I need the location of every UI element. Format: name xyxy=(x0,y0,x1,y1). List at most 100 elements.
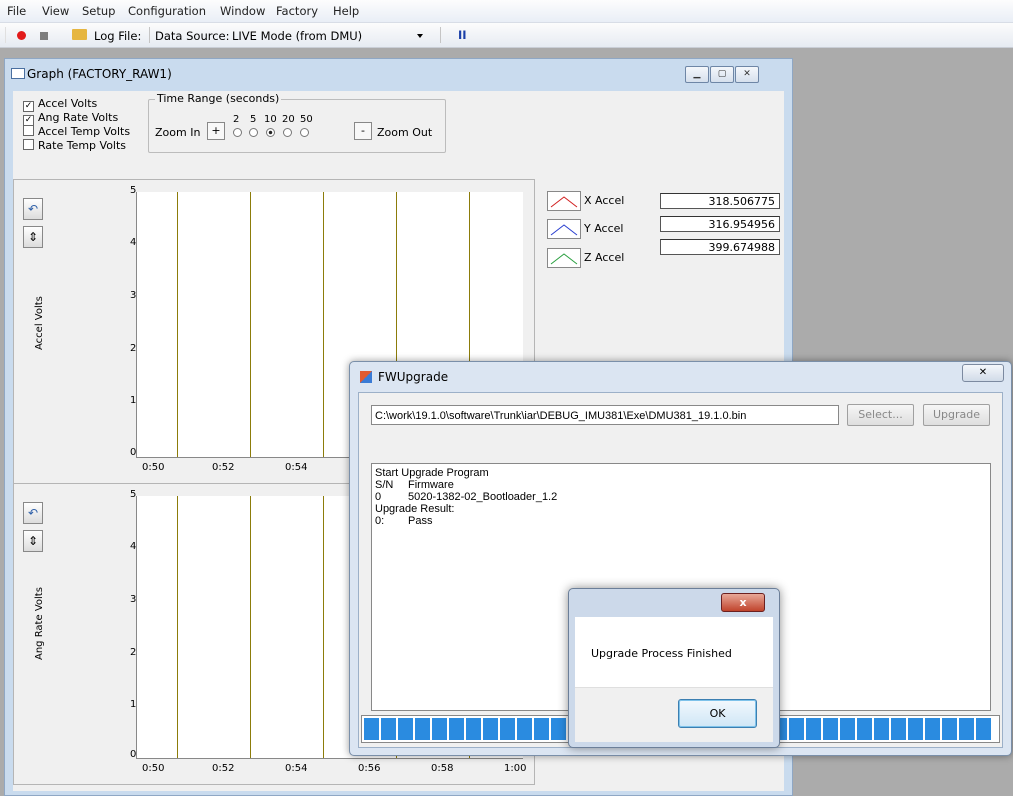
grid-line xyxy=(177,192,178,457)
progress-segment xyxy=(874,718,889,740)
progress-segment xyxy=(466,718,481,740)
ok-button[interactable]: OK xyxy=(678,699,757,728)
checkbox-label: Rate Temp Volts xyxy=(38,139,127,152)
x-tick: 0:50 xyxy=(142,462,165,473)
autoscale-icon[interactable]: ⇕ xyxy=(23,530,43,552)
fw-dialog-title: FWUpgrade xyxy=(378,370,449,384)
progress-segment xyxy=(432,718,447,740)
progress-segment xyxy=(551,718,566,740)
zoom-out-button[interactable]: - xyxy=(354,122,372,140)
message-button-area: OK xyxy=(575,687,773,742)
log-row-firmware: 5020-1382-02_Bootloader_1.2 xyxy=(408,491,558,503)
toolbar-separator xyxy=(440,27,441,43)
checkbox-accel-volts[interactable]: ✓ Accel Volts xyxy=(23,97,97,112)
grid-line xyxy=(177,496,178,758)
time-range-group: Time Range (seconds) Zoom In + 2 5 10 20… xyxy=(148,92,446,153)
upgrade-button[interactable]: Upgrade xyxy=(923,404,990,426)
range-label-50: 50 xyxy=(300,114,313,125)
log-row-index: 0 xyxy=(375,491,382,503)
x-tick: 0:54 xyxy=(285,763,308,774)
menu-configuration[interactable]: Configuration xyxy=(128,4,206,18)
progress-segment xyxy=(789,718,804,740)
minimize-button[interactable]: ▁ xyxy=(685,66,709,83)
legend-x-accel: X Accel xyxy=(547,191,624,211)
zoom-in-button[interactable]: + xyxy=(207,122,225,140)
x-tick: 1:00 xyxy=(504,763,527,774)
radio-10[interactable] xyxy=(266,128,275,137)
time-range-legend: Time Range (seconds) xyxy=(155,92,282,105)
data-source-select[interactable]: LIVE Mode (from DMU) xyxy=(232,29,362,43)
progress-segment xyxy=(806,718,821,740)
checkbox-icon xyxy=(23,139,34,150)
maximize-button[interactable]: ▢ xyxy=(710,66,734,83)
range-label-2: 2 xyxy=(233,114,240,125)
range-label-10: 10 xyxy=(264,114,277,125)
radio-20[interactable] xyxy=(283,128,292,137)
graph-window-title: Graph (FACTORY_RAW1) xyxy=(27,67,172,81)
menu-factory[interactable]: Factory xyxy=(276,4,318,18)
menu-setup[interactable]: Setup xyxy=(82,4,115,18)
firmware-path-input[interactable]: C:\work\19.1.0\software\Trunk\iar\DEBUG_… xyxy=(371,405,839,425)
menu-window[interactable]: Window xyxy=(220,4,265,18)
log-file-label: Log File: xyxy=(94,29,142,43)
log-result-index: 0: xyxy=(375,515,385,527)
y-accel-swatch xyxy=(547,219,581,239)
progress-segment xyxy=(925,718,940,740)
x-tick: 0:54 xyxy=(285,462,308,473)
close-button[interactable]: ✕ xyxy=(735,66,759,83)
y-accel-value: 316.954956 xyxy=(660,216,780,232)
record-icon[interactable] xyxy=(17,31,26,40)
undo-zoom-icon[interactable]: ↶ xyxy=(23,198,43,220)
checkbox-label: Accel Temp Volts xyxy=(38,125,131,138)
chevron-down-icon[interactable] xyxy=(417,34,423,38)
checkbox-rate-temp-volts[interactable]: Rate Temp Volts xyxy=(23,139,126,152)
toolbar-grip xyxy=(5,27,6,43)
data-source-label: Data Source: xyxy=(155,29,230,43)
legend-label: X Accel xyxy=(584,194,625,207)
toolbar-separator xyxy=(149,27,150,43)
progress-segment xyxy=(976,718,991,740)
folder-icon[interactable] xyxy=(72,29,87,40)
progress-segment xyxy=(823,718,838,740)
zoom-in-label: Zoom In xyxy=(155,126,201,139)
z-accel-swatch xyxy=(547,248,581,268)
checkbox-label: Accel Volts xyxy=(38,97,98,110)
graph-title-bar[interactable]: Graph (FACTORY_RAW1) ▁ ▢ ✕ xyxy=(5,59,792,87)
message-close-button[interactable]: x xyxy=(721,593,765,612)
progress-segment xyxy=(534,718,549,740)
radio-5[interactable] xyxy=(249,128,258,137)
x-tick: 0:58 xyxy=(431,763,454,774)
range-label-20: 20 xyxy=(282,114,295,125)
log-result-value: Pass xyxy=(408,515,433,527)
grid-line xyxy=(323,192,324,457)
progress-segment xyxy=(381,718,396,740)
undo-zoom-icon[interactable]: ↶ xyxy=(23,502,43,524)
message-text: Upgrade Process Finished xyxy=(591,647,732,660)
menu-help[interactable]: Help xyxy=(333,4,359,18)
pause-button[interactable]: II xyxy=(458,28,467,42)
message-box: x Upgrade Process Finished OK xyxy=(568,588,780,748)
log-result-header: Upgrade Result: xyxy=(375,503,455,515)
radio-50[interactable] xyxy=(300,128,309,137)
checkbox-ang-rate-volts[interactable]: ✓ Ang Rate Volts xyxy=(23,111,118,126)
close-icon[interactable]: ✕ xyxy=(962,364,1004,382)
checkbox-label: Ang Rate Volts xyxy=(38,111,119,124)
radio-2[interactable] xyxy=(233,128,242,137)
progress-segment xyxy=(364,718,379,740)
log-sn-header: S/N xyxy=(375,479,394,491)
menu-view[interactable]: View xyxy=(42,4,69,18)
menu-file[interactable]: File xyxy=(7,4,26,18)
progress-segment xyxy=(415,718,430,740)
x-tick: 0:56 xyxy=(358,763,381,774)
checkbox-icon xyxy=(23,125,34,136)
legend-z-accel: Z Accel xyxy=(547,248,624,268)
grid-line xyxy=(323,496,324,758)
stop-icon[interactable] xyxy=(40,32,48,40)
graph-window-icon xyxy=(11,68,25,79)
select-button[interactable]: Select... xyxy=(847,404,914,426)
x-accel-swatch xyxy=(547,191,581,211)
grid-line xyxy=(250,496,251,758)
zoom-out-label: Zoom Out xyxy=(377,126,433,139)
autoscale-icon[interactable]: ⇕ xyxy=(23,226,43,248)
checkbox-accel-temp-volts[interactable]: Accel Temp Volts xyxy=(23,125,130,138)
